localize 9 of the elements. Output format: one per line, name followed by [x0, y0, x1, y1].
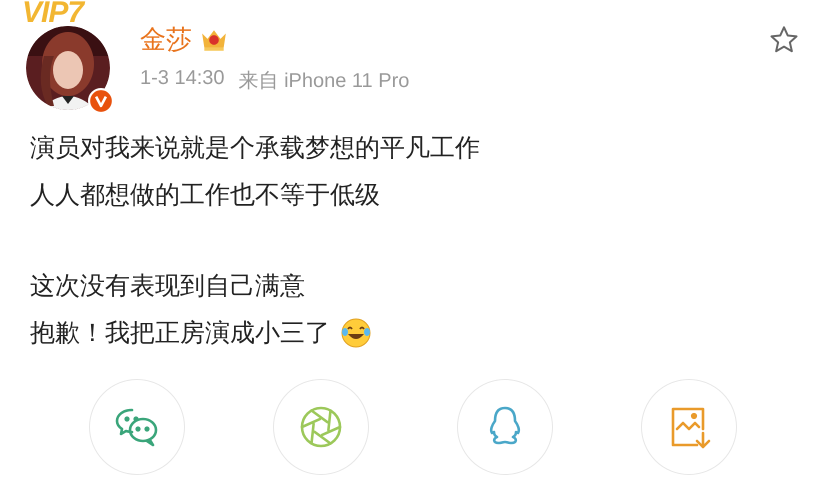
author-name[interactable]: 金莎	[140, 22, 192, 57]
post-source: 来自 iPhone 11 Pro	[238, 69, 410, 94]
post-time: 1-3 14:30	[140, 67, 225, 91]
vip-label: VIP7	[22, 0, 84, 30]
post-text: 抱歉！我把正房演成小三了	[30, 317, 330, 349]
laughing-emoji-icon	[340, 316, 372, 348]
post-text: 演员对我来说就是个承载梦想的平凡工作	[30, 132, 480, 164]
post-text: 这次没有表现到自己满意	[30, 270, 305, 302]
post-text: 人人都想做的工作也不等于低级	[30, 179, 380, 211]
